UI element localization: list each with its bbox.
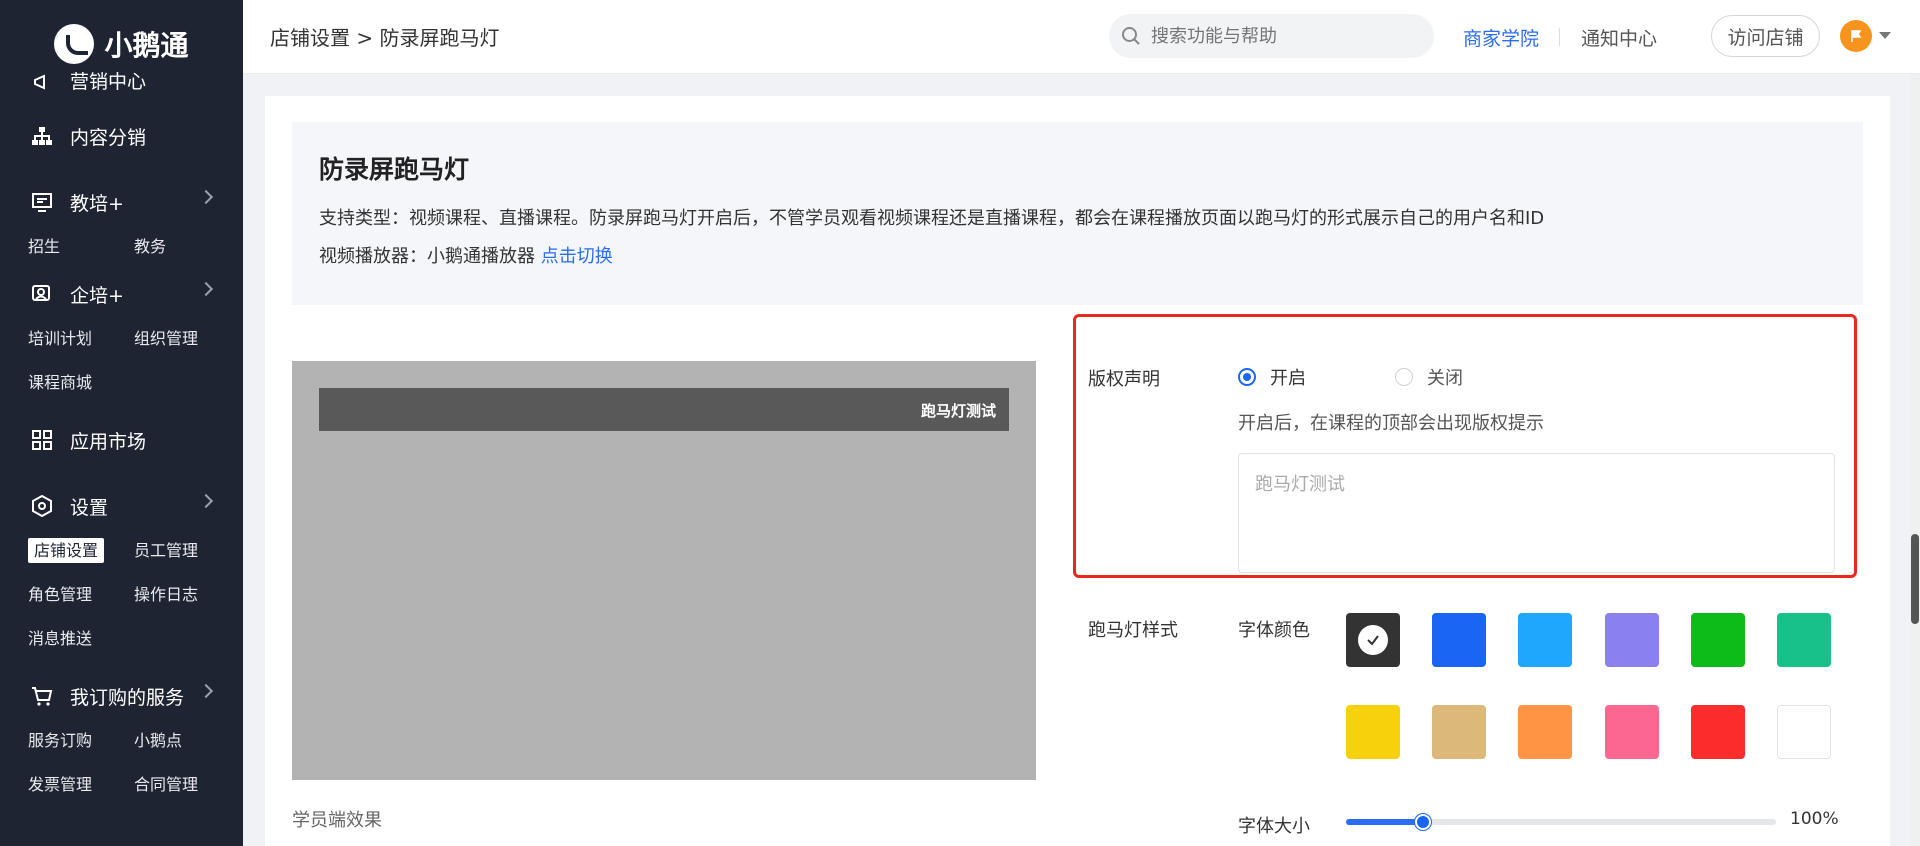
sidebar-sub-training-plan[interactable]: 培训计划 bbox=[28, 317, 134, 361]
search-icon bbox=[1122, 27, 1140, 45]
sidebar-item-label: 企培+ bbox=[70, 284, 124, 307]
user-card-icon bbox=[30, 282, 54, 306]
logo-text: 小鹅通 bbox=[104, 29, 189, 62]
info-panel: 防录屏跑马灯 支持类型：视频课程、直播课程。防录屏跑马灯开启后，不管学员观看视频… bbox=[292, 122, 1863, 305]
page-scrollbar[interactable] bbox=[1910, 74, 1920, 846]
sidebar-item-label: 我订购的服务 bbox=[70, 686, 185, 709]
sidebar-sub-invoice[interactable]: 发票管理 bbox=[28, 763, 134, 807]
sidebar-item-edu[interactable]: 教培+ bbox=[0, 179, 243, 225]
divider bbox=[1559, 28, 1560, 46]
marquee-text: 跑马灯测试 bbox=[920, 402, 996, 420]
sidebar-sub-goose-points[interactable]: 小鹅点 bbox=[134, 719, 240, 763]
radio-off[interactable]: 关闭 bbox=[1395, 364, 1463, 390]
slider-handle[interactable] bbox=[1415, 814, 1432, 830]
color-swatch[interactable] bbox=[1346, 705, 1400, 759]
main-card: 防录屏跑马灯 支持类型：视频课程、直播课程。防录屏跑马灯开启后，不管学员观看视频… bbox=[265, 96, 1890, 846]
chevron-right-icon bbox=[198, 189, 214, 205]
copyright-text-field[interactable]: 跑马灯测试 bbox=[1238, 453, 1835, 573]
megaphone-icon bbox=[30, 70, 54, 94]
radio-checked-icon bbox=[1238, 368, 1256, 386]
sidebar-item-label: 应用市场 bbox=[70, 430, 147, 453]
color-swatch[interactable] bbox=[1432, 705, 1486, 759]
sidebar-sub-contract[interactable]: 合同管理 bbox=[134, 763, 240, 807]
sidebar-sub-staff[interactable]: 员工管理 bbox=[134, 529, 240, 573]
sidebar-item-label: 教培+ bbox=[70, 192, 124, 215]
radio-on[interactable]: 开启 bbox=[1238, 364, 1306, 390]
sidebar-sub-service-order[interactable]: 服务订购 bbox=[28, 719, 134, 763]
breadcrumb: 店铺设置 > 防录屏跑马灯 bbox=[270, 26, 500, 50]
screen-icon bbox=[30, 190, 54, 214]
color-swatch[interactable] bbox=[1605, 613, 1659, 667]
sidebar-sub-messages[interactable]: 消息推送 bbox=[28, 617, 134, 661]
sidebar-sub-course-mall[interactable]: 课程商城 bbox=[28, 361, 134, 405]
page-title: 防录屏跑马灯 bbox=[319, 155, 470, 184]
color-swatch[interactable] bbox=[1691, 613, 1745, 667]
player-line: 视频播放器：小鹅通播放器 点击切换 bbox=[319, 242, 613, 268]
chevron-right-icon bbox=[198, 281, 214, 297]
sidebar-item-settings[interactable]: 设置 bbox=[0, 483, 243, 529]
marquee-style-label: 跑马灯样式 bbox=[1088, 620, 1178, 641]
sidebar-sub-enroll[interactable]: 招生 bbox=[28, 225, 134, 269]
chevron-right-icon bbox=[198, 683, 214, 699]
sidebar-sub-org[interactable]: 组织管理 bbox=[134, 317, 240, 361]
copyright-label: 版权声明 bbox=[1088, 369, 1160, 390]
copyright-hint: 开启后，在课程的顶部会出现版权提示 bbox=[1238, 413, 1544, 434]
description-text: 支持类型：视频课程、直播课程。防录屏跑马灯开启后，不管学员观看视频课程还是直播课… bbox=[319, 208, 1545, 229]
color-swatch[interactable] bbox=[1777, 613, 1831, 667]
preview-player: 跑马灯测试 bbox=[292, 361, 1036, 780]
grid-icon bbox=[30, 428, 54, 452]
flag-icon bbox=[1851, 30, 1862, 42]
search-input[interactable] bbox=[1151, 25, 1401, 47]
cart-icon bbox=[30, 684, 54, 708]
color-swatch[interactable] bbox=[1691, 705, 1745, 759]
color-swatch[interactable] bbox=[1518, 705, 1572, 759]
color-swatch[interactable] bbox=[1432, 613, 1486, 667]
sidebar-item-corp[interactable]: 企培+ bbox=[0, 271, 243, 317]
sidebar-sub-store-settings[interactable]: 店铺设置 bbox=[28, 529, 134, 573]
radio-unchecked-icon bbox=[1395, 368, 1413, 386]
sidebar-item-label: 设置 bbox=[70, 496, 109, 519]
radio-on-label: 开启 bbox=[1270, 368, 1306, 389]
sidebar-sub-logs[interactable]: 操作日志 bbox=[134, 573, 240, 617]
hexagon-icon bbox=[30, 494, 54, 518]
marquee-bar: 跑马灯测试 bbox=[319, 388, 1009, 431]
goose-logo-icon bbox=[54, 24, 95, 64]
sidebar-item-label: 内容分销 bbox=[70, 126, 147, 149]
slider-fill bbox=[1346, 819, 1424, 825]
font-size-value: 100% bbox=[1790, 809, 1839, 829]
visit-store-button[interactable]: 访问店铺 bbox=[1711, 15, 1820, 57]
top-header: 店铺设置 > 防录屏跑马灯 商家学院 通知中心 访问店铺 bbox=[243, 0, 1920, 74]
color-swatch-selected[interactable] bbox=[1346, 613, 1400, 667]
scrollbar-thumb[interactable] bbox=[1911, 534, 1919, 624]
academy-link[interactable]: 商家学院 bbox=[1463, 24, 1539, 51]
player-label: 视频播放器：小鹅通播放器 bbox=[319, 246, 541, 267]
font-size-label: 字体大小 bbox=[1238, 816, 1310, 837]
font-size-slider[interactable] bbox=[1346, 814, 1776, 830]
notification-link[interactable]: 通知中心 bbox=[1581, 24, 1657, 51]
sitemap-icon bbox=[30, 124, 54, 148]
color-swatch[interactable] bbox=[1518, 613, 1572, 667]
switch-player-link[interactable]: 点击切换 bbox=[541, 246, 613, 267]
color-swatch[interactable] bbox=[1605, 705, 1659, 759]
caret-down-icon[interactable] bbox=[1879, 32, 1891, 39]
check-icon bbox=[1358, 625, 1388, 655]
radio-off-label: 关闭 bbox=[1427, 368, 1463, 389]
font-color-label: 字体颜色 bbox=[1238, 620, 1310, 641]
sidebar: 小鹅通 营销中心 内容分销 教培+ 招生 教务 企培+ 培训计划 组织管理 课程… bbox=[0, 0, 243, 846]
sidebar-nav: 营销中心 内容分销 教培+ 招生 教务 企培+ 培训计划 组织管理 课程商城 应… bbox=[0, 71, 243, 807]
sidebar-item-marketing[interactable]: 营销中心 bbox=[0, 70, 243, 94]
color-swatch[interactable] bbox=[1777, 705, 1831, 759]
sidebar-item-content-distribution[interactable]: 内容分销 bbox=[0, 113, 243, 159]
preview-caption: 学员端效果 bbox=[292, 810, 382, 831]
avatar[interactable] bbox=[1840, 20, 1872, 52]
search-box[interactable] bbox=[1109, 14, 1434, 58]
sidebar-sub-academic[interactable]: 教务 bbox=[134, 225, 240, 269]
sidebar-item-my-services[interactable]: 我订购的服务 bbox=[0, 673, 243, 719]
sidebar-sub-roles[interactable]: 角色管理 bbox=[28, 573, 134, 617]
sidebar-item-label: 营销中心 bbox=[70, 71, 147, 93]
sidebar-item-app-market[interactable]: 应用市场 bbox=[0, 417, 243, 463]
chevron-right-icon bbox=[198, 493, 214, 509]
